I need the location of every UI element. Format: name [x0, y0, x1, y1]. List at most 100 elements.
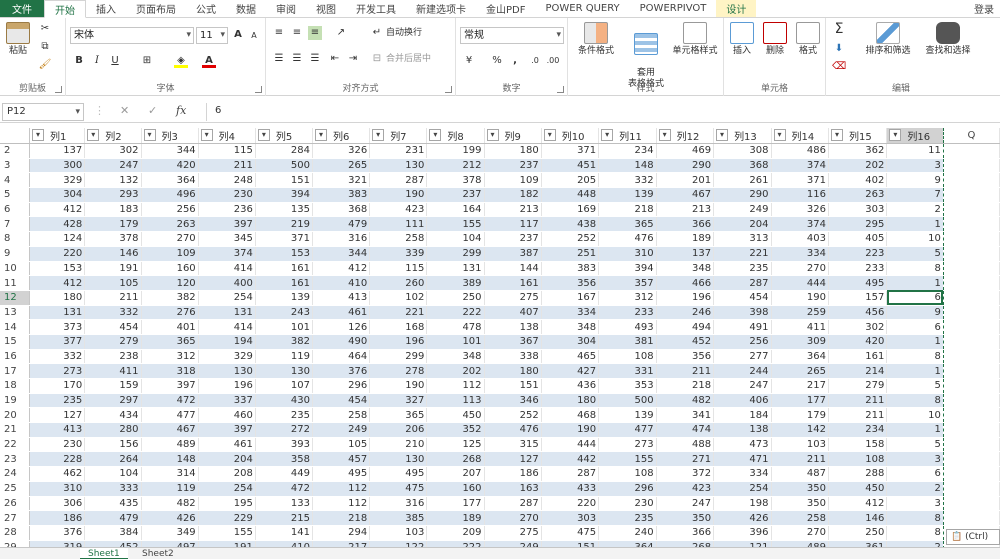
cell[interactable] [943, 143, 1000, 159]
cell[interactable]: 368 [713, 158, 772, 174]
comma-button[interactable]: , [508, 54, 522, 68]
cell[interactable]: 407 [484, 305, 542, 321]
row-header[interactable]: 8 [0, 231, 31, 247]
cell[interactable]: 247 [656, 496, 715, 512]
cell[interactable]: 163 [484, 481, 542, 497]
cell[interactable]: 146 [84, 246, 142, 262]
cell[interactable]: 159 [84, 378, 142, 394]
cell[interactable]: 2 [886, 481, 944, 497]
cell[interactable]: 153 [29, 261, 86, 277]
cell[interactable]: 327 [369, 393, 428, 409]
row-header[interactable]: 25 [0, 481, 31, 497]
cell[interactable]: 396 [713, 525, 772, 541]
row-header[interactable]: 10 [0, 261, 31, 277]
row-header[interactable]: 7 [0, 216, 31, 233]
cell[interactable]: 467 [141, 422, 199, 438]
autosum-button[interactable]: Σ [832, 22, 846, 36]
cell[interactable]: 413 [29, 422, 86, 438]
cell-styles-button[interactable]: 单元格样式 [668, 22, 722, 57]
cell[interactable]: 120 [141, 275, 199, 291]
cell[interactable]: 237 [484, 158, 542, 174]
cell[interactable]: 329 [198, 349, 256, 365]
cell[interactable]: 237 [426, 187, 485, 203]
cell[interactable]: 190 [541, 422, 600, 438]
cell[interactable]: 474 [656, 422, 715, 438]
cell[interactable]: 249 [713, 202, 772, 218]
cell[interactable] [943, 451, 1000, 468]
cell[interactable]: 211 [656, 363, 715, 379]
row-header[interactable]: 4 [0, 172, 31, 189]
cell[interactable]: 161 [255, 261, 314, 277]
cell[interactable]: 9 [886, 305, 944, 321]
cell[interactable]: 8 [886, 510, 944, 526]
cell[interactable]: 349 [141, 525, 199, 541]
cell[interactable]: 306 [29, 496, 86, 512]
cell[interactable]: 177 [771, 393, 829, 409]
cell[interactable] [943, 187, 1000, 203]
number-launcher-icon[interactable] [557, 86, 564, 93]
insert-cells-button[interactable]: 插入 [726, 22, 758, 57]
cell[interactable]: 218 [598, 202, 657, 218]
cell[interactable]: 411 [771, 319, 829, 335]
cell[interactable]: 161 [255, 275, 314, 291]
cell[interactable]: 466 [656, 275, 715, 291]
row-header[interactable]: 12 [0, 290, 31, 306]
row-header[interactable]: 11 [0, 275, 31, 291]
column-header-3[interactable]: ▾ 列3 [141, 128, 199, 144]
cell[interactable]: 383 [541, 261, 600, 277]
font-name-select[interactable]: 宋体 [70, 27, 194, 44]
cell[interactable]: 137 [656, 246, 715, 262]
cell[interactable]: 478 [426, 319, 485, 335]
cell[interactable]: 205 [541, 172, 600, 189]
cell[interactable]: 218 [656, 378, 715, 394]
cell[interactable]: 256 [713, 334, 772, 350]
cell[interactable]: 182 [484, 187, 542, 203]
cell[interactable]: 304 [541, 334, 600, 350]
cell[interactable] [943, 216, 1000, 233]
cell[interactable]: 353 [598, 378, 657, 394]
cell[interactable]: 2 [886, 540, 944, 547]
cell[interactable]: 202 [828, 158, 888, 174]
cell[interactable]: 231 [369, 143, 428, 159]
cell[interactable]: 280 [84, 422, 142, 438]
cell[interactable]: 393 [255, 437, 314, 453]
cell[interactable] [943, 407, 1000, 424]
cell[interactable]: 201 [656, 172, 715, 189]
cell[interactable]: 148 [141, 451, 199, 468]
cell[interactable]: 385 [369, 510, 428, 526]
cell[interactable]: 394 [255, 187, 314, 203]
cell[interactable]: 378 [84, 231, 142, 247]
cell[interactable]: 350 [771, 496, 829, 512]
cell[interactable]: 9 [886, 172, 944, 189]
cell[interactable] [943, 422, 1000, 438]
cell[interactable]: 378 [426, 172, 485, 189]
cell[interactable] [943, 172, 1000, 189]
conditional-format-button[interactable]: 条件格式 [572, 22, 620, 57]
cell[interactable]: 122 [369, 540, 428, 547]
cell[interactable]: 244 [713, 363, 772, 379]
accounting-format-icon[interactable]: ¥ [462, 54, 476, 68]
cell[interactable]: 127 [484, 451, 542, 468]
cell[interactable]: 5 [886, 378, 944, 394]
cell[interactable]: 426 [141, 510, 199, 526]
cell[interactable]: 338 [484, 349, 542, 365]
cell[interactable]: 491 [713, 319, 772, 335]
cell[interactable]: 368 [312, 202, 371, 218]
filter-dropdown-icon[interactable]: ▾ [32, 129, 45, 141]
filter-dropdown-icon[interactable]: ▾ [372, 129, 385, 141]
cell[interactable] [943, 290, 1000, 306]
cut-icon[interactable]: ✂ [38, 22, 52, 36]
cell[interactable]: 482 [656, 393, 715, 409]
cell[interactable]: 7 [886, 187, 944, 203]
cell[interactable]: 5 [886, 246, 944, 262]
tab-powerpivot[interactable]: POWERPIVOT [630, 0, 717, 17]
cell[interactable] [943, 275, 1000, 291]
cell[interactable]: 215 [255, 510, 314, 526]
cell[interactable]: 449 [255, 466, 314, 482]
cell[interactable]: 2 [886, 202, 944, 218]
cell[interactable]: 296 [598, 481, 657, 497]
cell[interactable]: 10 [886, 407, 944, 424]
cell[interactable]: 206 [369, 422, 428, 438]
cell[interactable]: 104 [84, 466, 142, 482]
cell[interactable]: 316 [369, 496, 428, 512]
